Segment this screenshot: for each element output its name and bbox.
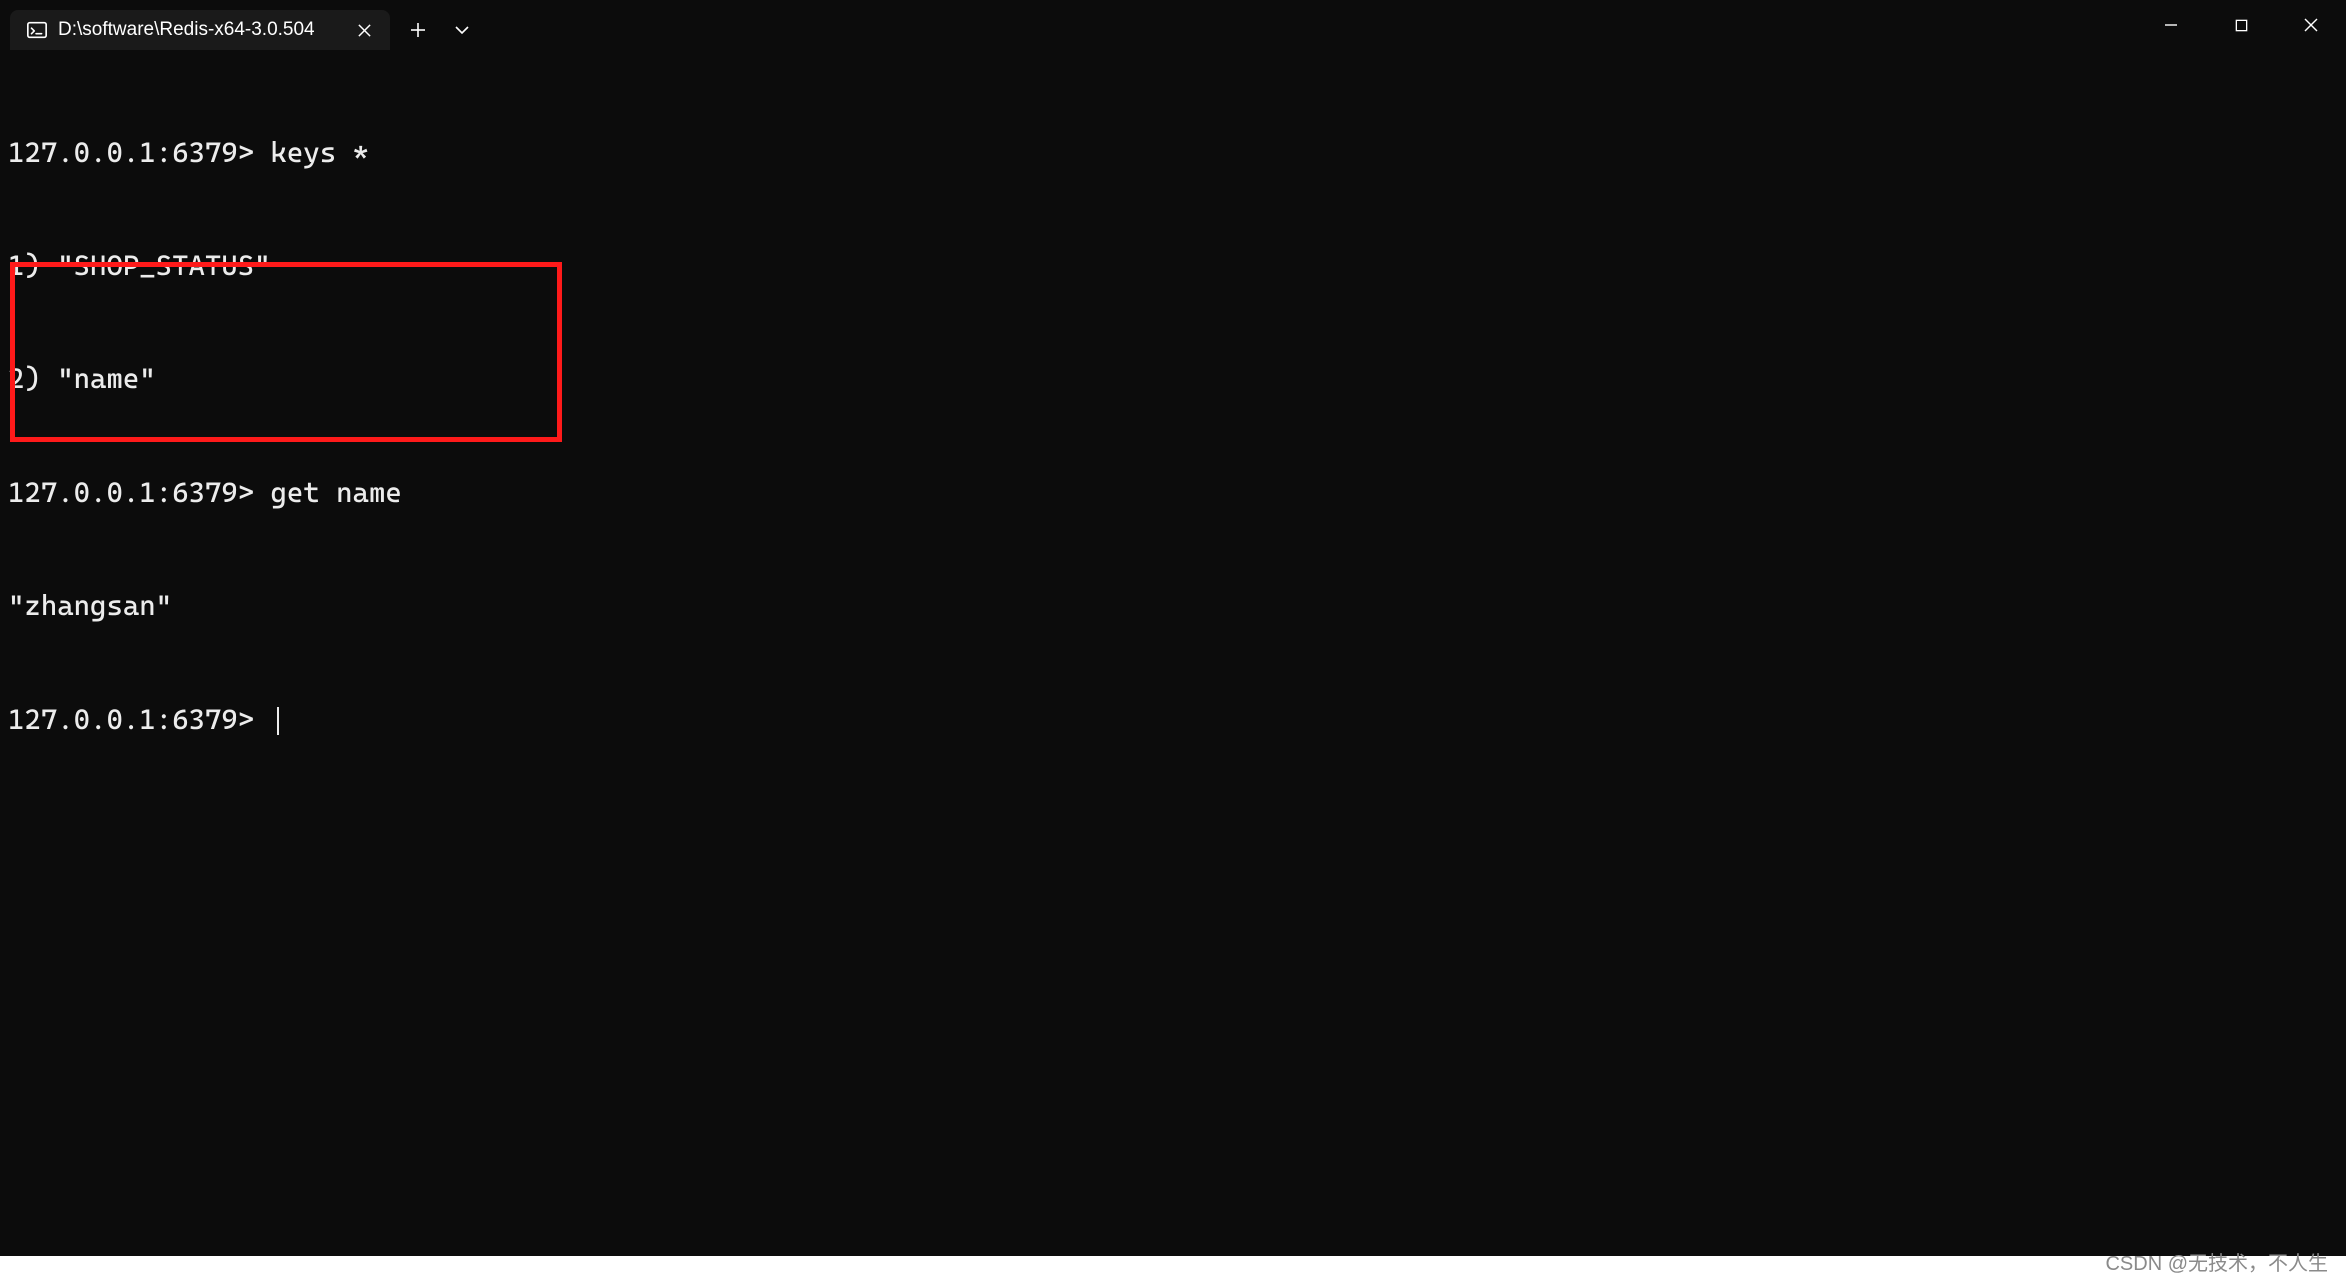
terminal-line: 2) "name": [8, 360, 2338, 398]
terminal-window: D:\software\Redis-x64-3.0.504: [0, 0, 2346, 1256]
cursor: [277, 707, 279, 735]
new-tab-button[interactable]: [396, 10, 440, 50]
prompt: 127.0.0.1:6379>: [8, 136, 254, 169]
prompt: 127.0.0.1:6379>: [8, 476, 254, 509]
terminal-line: 127.0.0.1:6379>: [8, 701, 2338, 739]
terminal-line: "zhangsan": [8, 587, 2338, 625]
command-text: keys *: [271, 136, 369, 169]
tab-dropdown-button[interactable]: [440, 10, 484, 50]
close-window-button[interactable]: [2276, 0, 2346, 50]
minimize-button[interactable]: [2136, 0, 2206, 50]
chevron-down-icon: [454, 22, 470, 38]
terminal-line: 127.0.0.1:6379> get name: [8, 474, 2338, 512]
annotation-highlight-box: [10, 262, 562, 442]
titlebar-drag-area[interactable]: [484, 0, 2136, 50]
prompt: 127.0.0.1:6379>: [8, 703, 254, 736]
close-icon: [2303, 17, 2319, 33]
terminal-line: 1) "SHOP_STATUS": [8, 247, 2338, 285]
command-text: get name: [271, 476, 402, 509]
terminal-output-area[interactable]: 127.0.0.1:6379> keys * 1) "SHOP_STATUS" …: [0, 50, 2346, 1256]
titlebar[interactable]: D:\software\Redis-x64-3.0.504: [0, 0, 2346, 50]
minimize-icon: [2163, 17, 2179, 33]
plus-icon: [410, 22, 426, 38]
maximize-button[interactable]: [2206, 0, 2276, 50]
terminal-line: 127.0.0.1:6379> keys *: [8, 134, 2338, 172]
tab-title: D:\software\Redis-x64-3.0.504: [58, 19, 340, 41]
tab-active[interactable]: D:\software\Redis-x64-3.0.504: [10, 10, 390, 50]
watermark: CSDN @无技术，不人生: [2105, 1247, 2328, 1276]
cmd-icon: [26, 19, 48, 41]
tab-close-button[interactable]: [350, 16, 378, 44]
maximize-icon: [2234, 18, 2249, 33]
close-icon: [357, 23, 372, 38]
window-controls: [2136, 0, 2346, 50]
